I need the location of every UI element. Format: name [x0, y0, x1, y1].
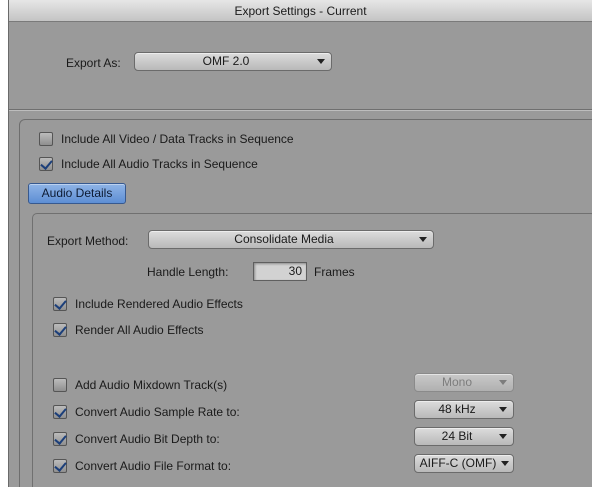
bit-depth-label: Convert Audio Bit Depth to: — [75, 432, 220, 446]
export-method-label: Export Method: — [47, 234, 129, 248]
include-audio-checkbox[interactable] — [39, 157, 53, 171]
add-mixdown-checkbox[interactable] — [53, 378, 67, 392]
file-format-label: Convert Audio File Format to: — [75, 459, 232, 473]
export-settings-window: Export Settings - Current Export As: OMF… — [8, 0, 592, 487]
render-all-label: Render All Audio Effects — [75, 323, 204, 337]
include-video-label: Include All Video / Data Tracks in Seque… — [61, 132, 294, 146]
export-method-value: Consolidate Media — [234, 232, 334, 246]
include-rendered-label: Include Rendered Audio Effects — [75, 297, 243, 311]
handle-length-unit: Frames — [314, 265, 355, 279]
sample-rate-label: Convert Audio Sample Rate to: — [75, 405, 240, 419]
file-format-checkbox[interactable] — [53, 459, 67, 473]
mixdown-value: Mono — [441, 375, 473, 389]
section-divider — [9, 109, 592, 111]
sample-rate-value: 48 kHz — [438, 402, 476, 416]
include-rendered-checkbox[interactable] — [53, 297, 67, 311]
chevron-down-icon — [499, 434, 507, 439]
include-audio-label: Include All Audio Tracks in Sequence — [61, 157, 258, 171]
export-as-value: OMF 2.0 — [202, 54, 250, 68]
export-as-label: Export As: — [66, 56, 121, 70]
chevron-down-icon — [499, 380, 507, 385]
file-format-dropdown[interactable]: AIFF-C (OMF) — [414, 454, 514, 473]
mixdown-dropdown[interactable]: Mono — [414, 373, 514, 392]
chevron-down-icon — [499, 407, 507, 412]
file-format-value: AIFF-C (OMF) — [419, 456, 497, 470]
chevron-down-icon — [317, 59, 325, 64]
export-as-dropdown[interactable]: OMF 2.0 — [134, 52, 332, 71]
handle-length-input[interactable]: 30 — [253, 262, 307, 281]
export-as-section: Export As: OMF 2.0 — [9, 23, 592, 109]
sample-rate-checkbox[interactable] — [53, 405, 67, 419]
export-method-dropdown[interactable]: Consolidate Media — [148, 230, 434, 249]
tab-audio-details[interactable]: Audio Details — [28, 183, 126, 204]
chevron-down-icon — [419, 237, 427, 242]
sample-rate-dropdown[interactable]: 48 kHz — [414, 400, 514, 419]
chevron-down-icon — [501, 461, 509, 466]
window-titlebar[interactable]: Export Settings - Current — [9, 0, 592, 22]
include-video-checkbox[interactable] — [39, 132, 53, 146]
add-mixdown-label: Add Audio Mixdown Track(s) — [75, 378, 228, 392]
bit-depth-checkbox[interactable] — [53, 432, 67, 446]
window-title: Export Settings - Current — [234, 4, 367, 18]
tab-audio-details-label: Audio Details — [41, 186, 113, 200]
handle-length-label: Handle Length: — [147, 265, 229, 279]
render-all-checkbox[interactable] — [53, 323, 67, 337]
bit-depth-value: 24 Bit — [441, 429, 473, 443]
bit-depth-dropdown[interactable]: 24 Bit — [414, 427, 514, 446]
